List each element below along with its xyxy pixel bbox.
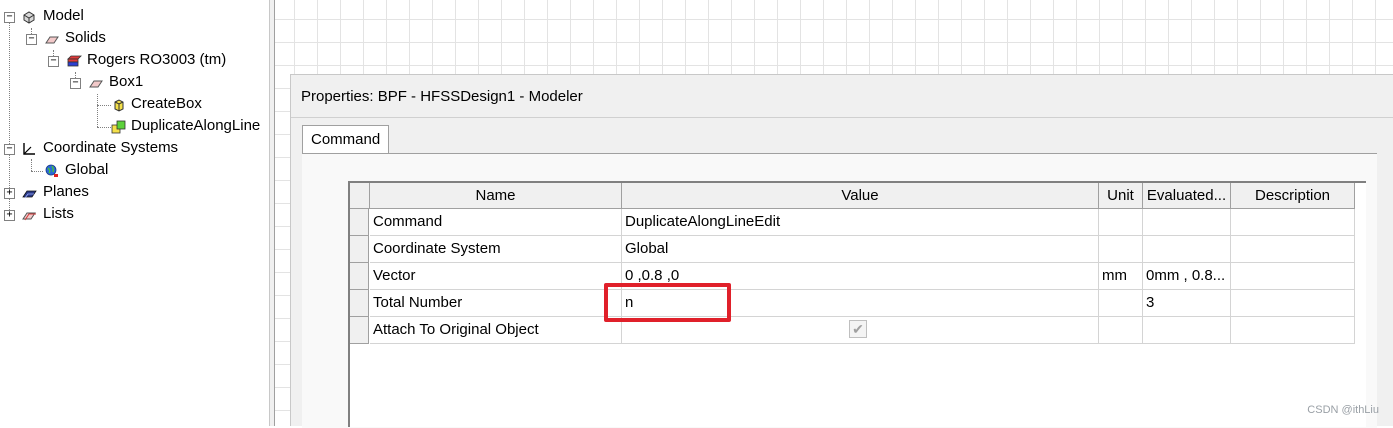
duplicate-icon [111,120,126,134]
box-icon [89,80,103,88]
grid-corner [350,183,370,209]
collapse-material-toggle[interactable]: − [48,56,59,67]
collapse-box-toggle[interactable]: − [70,78,81,89]
column-header-description[interactable]: Description [1231,183,1355,209]
cell-name: Vector [370,263,622,290]
tree-item-model[interactable]: Model [43,7,84,24]
properties-title: Properties: BPF - HFSSDesign1 - Modeler [301,88,583,105]
cell-description[interactable] [1231,290,1355,317]
title-separator [291,117,1393,118]
tree-item-lists[interactable]: Lists [43,205,74,222]
planes-icon [22,190,37,199]
cell-evaluated [1143,317,1231,344]
global-icon [45,164,58,177]
cell-description[interactable] [1231,263,1355,290]
cell-unit [1099,209,1143,236]
collapse-coord-toggle[interactable]: − [4,144,15,155]
material-icon [67,55,82,67]
lists-icon [22,212,36,221]
expand-lists-toggle[interactable]: + [4,210,15,221]
row-header[interactable] [350,317,369,344]
cell-name: Attach To Original Object [370,317,622,344]
tree-item-planes[interactable]: Planes [43,183,89,200]
create-box-icon [114,99,124,112]
cell-unit [1099,317,1143,344]
cell-value[interactable]: Global [622,236,1099,263]
cell-unit [1099,236,1143,263]
attach-to-original-checkbox[interactable]: ✔ [849,320,867,338]
cell-description[interactable] [1231,209,1355,236]
row-header[interactable] [350,236,369,263]
row-header[interactable] [350,209,369,236]
cell-name: Total Number [370,290,622,317]
cell-evaluated: 0mm , 0.8... [1143,263,1231,290]
collapse-solids-toggle[interactable]: − [26,34,37,45]
cell-evaluated [1143,236,1231,263]
cell-name: Coordinate System [370,236,622,263]
cell-unit[interactable]: mm [1099,263,1143,290]
expand-planes-toggle[interactable]: + [4,188,15,199]
project-tree: − Model − Solids − Rogers RO3003 (tm) − … [0,0,269,426]
cell-evaluated: 3 [1143,290,1231,317]
collapse-model-toggle[interactable]: − [4,12,15,23]
solids-icon [45,36,59,44]
cell-description[interactable] [1231,317,1355,344]
tree-item-coordinate-systems[interactable]: Coordinate Systems [43,139,178,156]
tree-item-global[interactable]: Global [65,161,108,178]
watermark: CSDN @ithLiu [1307,404,1379,416]
column-header-value[interactable]: Value [622,183,1099,209]
cell-unit [1099,290,1143,317]
cell-name: Command [370,209,622,236]
cell-description[interactable] [1231,236,1355,263]
tree-item-material[interactable]: Rogers RO3003 (tm) [87,51,226,68]
tree-item-createbox[interactable]: CreateBox [131,95,202,112]
column-header-evaluated[interactable]: Evaluated... [1143,183,1231,209]
row-header[interactable] [350,263,369,290]
tree-item-box1[interactable]: Box1 [109,73,143,90]
annotation-highlight-box [604,283,731,322]
cell-evaluated [1143,209,1231,236]
model-icon [23,11,35,24]
cell-value[interactable]: DuplicateAlongLineEdit [622,209,1099,236]
row-header[interactable] [350,290,369,317]
properties-window: Properties: BPF - HFSSDesign1 - Modeler … [290,74,1393,428]
column-header-name[interactable]: Name [370,183,622,209]
tree-item-duplicate[interactable]: DuplicateAlongLine [131,117,260,134]
coordinate-system-icon [23,143,35,155]
column-header-unit[interactable]: Unit [1099,183,1143,209]
tree-item-solids[interactable]: Solids [65,29,106,46]
tab-command[interactable]: Command [302,125,390,154]
properties-grid: Name Value Unit Evaluated... Description… [348,181,1366,427]
